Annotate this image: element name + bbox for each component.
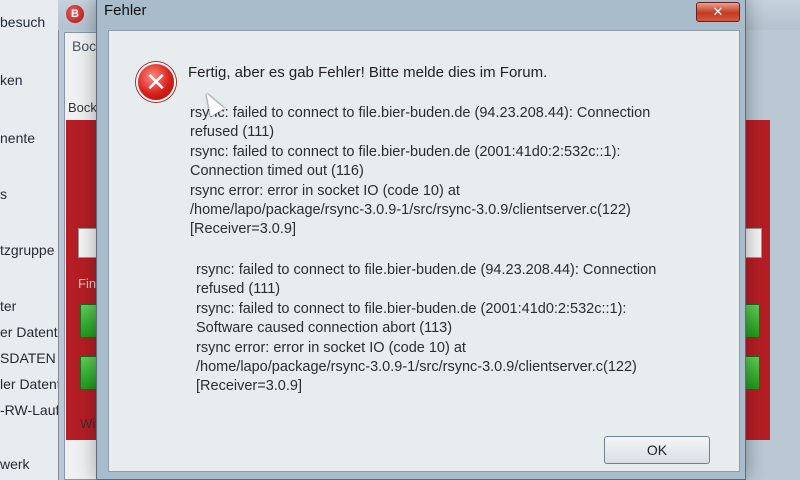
log-line: rsync: failed to connect to file.bier-bu…: [196, 262, 657, 278]
app-icon: B: [66, 5, 84, 23]
close-icon: ✕: [712, 4, 724, 19]
log-line: [Receiver=3.0.9]: [196, 378, 302, 395]
log-line: refused (111): [196, 281, 281, 298]
close-button[interactable]: ✕: [696, 2, 740, 22]
log-line: rsync: failed to connect to file.bier-bu…: [190, 105, 651, 121]
log-line: /home/lapo/package/rsync-3.0.9-1/src/rsy…: [190, 202, 631, 219]
error-headline: Fertig, aber es gab Fehler! Bitte melde …: [188, 64, 548, 81]
error-icon: ✕: [136, 62, 176, 102]
error-log-block-1: rsync: failed to connect to file.bier-bu…: [190, 104, 710, 240]
dialog-title: Fehler: [104, 2, 147, 19]
error-log-block-2: rsync: failed to connect to file.bier-bu…: [196, 261, 716, 397]
log-line: refused (111): [190, 124, 275, 141]
log-line: Software caused connection abort (113): [196, 320, 453, 337]
background-section-label: Bock: [68, 100, 97, 115]
ok-button[interactable]: OK: [604, 436, 710, 464]
log-line: rsync: failed to connect to file.bier-bu…: [196, 300, 627, 317]
log-line: rsync error: error in socket IO (code 10…: [190, 182, 460, 199]
log-line: rsync: failed to connect to file.bier-bu…: [190, 143, 621, 160]
log-line: rsync error: error in socket IO (code 10…: [196, 339, 466, 356]
log-line: [Receiver=3.0.9]: [190, 221, 296, 238]
background-tab[interactable]: Boc: [72, 38, 96, 54]
log-line: Connection timed out (116): [190, 163, 364, 180]
log-line: /home/lapo/package/rsync-3.0.9-1/src/rsy…: [196, 359, 637, 376]
